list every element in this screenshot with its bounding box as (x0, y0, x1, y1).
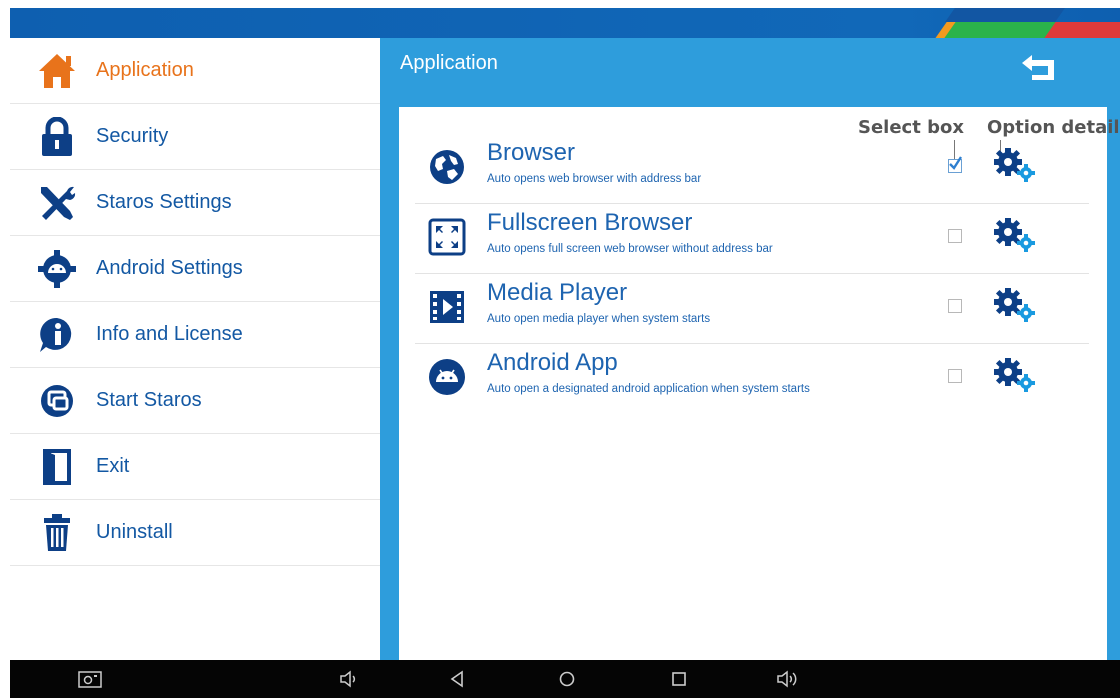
sidebar-item-uninstall[interactable]: Uninstall (10, 500, 380, 566)
panel-header (399, 38, 1120, 107)
app-description: Auto opens full screen web browser witho… (487, 243, 773, 255)
home-circle-icon[interactable] (555, 669, 579, 689)
app-description: Auto open a designated android applicati… (487, 383, 810, 395)
film-icon (427, 287, 467, 327)
app-name: Fullscreen Browser (487, 209, 693, 236)
select-checkbox[interactable] (948, 156, 962, 173)
panel-divider (380, 38, 399, 660)
select-checkbox[interactable] (948, 299, 962, 313)
volume-up-icon[interactable] (776, 669, 800, 689)
start-icon (37, 381, 77, 421)
sidebar-item-label: Staros Settings (96, 191, 232, 213)
app-description: Auto opens web browser with address bar (487, 173, 702, 185)
sidebar-item-label: Info and License (96, 323, 243, 345)
brand-stripe-blue (945, 8, 1065, 22)
gears-icon (994, 358, 1035, 392)
sidebar: Application Security Staros Settings And… (10, 38, 380, 660)
sidebar-item-label: Security (96, 125, 169, 147)
option-detail-button[interactable] (993, 357, 1037, 393)
option-detail-button[interactable] (993, 287, 1037, 323)
sidebar-item-label: Application (96, 59, 194, 81)
sidebar-item-android-settings[interactable]: Android Settings (10, 236, 380, 302)
sidebar-item-application[interactable]: Application (10, 38, 380, 104)
top-status-bar (10, 8, 1120, 38)
android-icon (427, 357, 467, 397)
back-button[interactable] (1018, 52, 1060, 86)
check-icon (949, 156, 962, 170)
home-icon (37, 51, 77, 91)
sidebar-item-label: Uninstall (96, 521, 173, 543)
sidebar-item-label: Start Staros (96, 389, 202, 411)
recents-square-icon[interactable] (667, 669, 691, 689)
sidebar-item-label: Android Settings (96, 257, 243, 279)
list-item[interactable]: Browser Auto opens web browser with addr… (415, 133, 1089, 204)
list-item[interactable]: Android App Auto open a designated andro… (415, 343, 1089, 413)
sidebar-item-exit[interactable]: Exit (10, 434, 380, 500)
page-title: Application (400, 52, 498, 74)
app-name: Android App (487, 349, 618, 376)
option-detail-button[interactable] (993, 217, 1037, 253)
app-name: Media Player (487, 279, 628, 306)
back-arrow-icon (1022, 55, 1054, 80)
select-checkbox[interactable] (948, 229, 962, 243)
sidebar-item-label: Exit (96, 455, 130, 477)
select-checkbox[interactable] (948, 369, 962, 383)
exit-door-icon (37, 447, 77, 487)
option-detail-button[interactable] (993, 147, 1037, 183)
app-name: Browser (487, 139, 576, 166)
gears-icon (994, 218, 1035, 252)
android-navigation-bar (10, 660, 1120, 698)
back-triangle-icon[interactable] (446, 669, 470, 689)
tools-icon (37, 183, 77, 223)
lock-icon (37, 116, 77, 157)
info-icon (37, 315, 77, 355)
android-gear-icon (37, 249, 77, 289)
globe-icon (427, 147, 467, 187)
list-item[interactable]: Fullscreen Browser Auto opens full scree… (415, 203, 1089, 274)
sidebar-item-security[interactable]: Security (10, 104, 380, 170)
volume-down-icon[interactable] (338, 669, 362, 689)
list-item[interactable]: Media Player Auto open media player when… (415, 273, 1089, 344)
sidebar-item-start-staros[interactable]: Start Staros (10, 368, 380, 434)
sidebar-item-staros-settings[interactable]: Staros Settings (10, 170, 380, 236)
sidebar-item-info-license[interactable]: Info and License (10, 302, 380, 368)
fullscreen-icon (427, 217, 467, 257)
trash-icon (37, 513, 77, 553)
brand-stripe-red (1044, 22, 1120, 38)
screenshot-icon[interactable] (78, 669, 102, 689)
gears-icon (994, 288, 1035, 322)
panel-right-edge (1107, 107, 1120, 660)
gears-icon (994, 148, 1035, 182)
app-description: Auto open media player when system start… (487, 313, 711, 325)
